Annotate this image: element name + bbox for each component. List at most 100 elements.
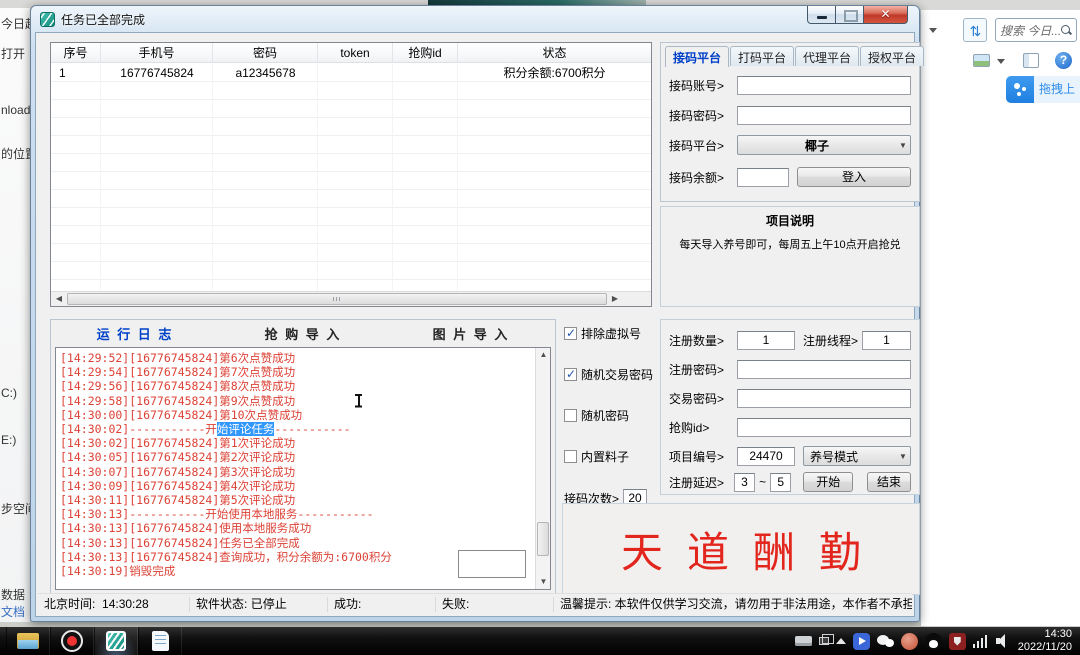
status-tip: 温馨提示: 本软件仅供学习交流，请勿用于非法用途，本作者不承担一切法律责任。 (554, 597, 912, 612)
keyboard-icon[interactable] (795, 636, 812, 646)
code-platform-select[interactable]: 椰子 ▼ (737, 135, 911, 155)
log-line: [14:29:58][16776745824]第9次点赞成功 (60, 394, 548, 408)
titlebar[interactable]: 任务已全部完成 (31, 6, 919, 32)
tab-image-import[interactable]: 图 片 导 入 (387, 324, 555, 343)
chevron-down-icon[interactable] (997, 59, 1005, 64)
bg-toolbar: ⇄ 搜索 今日... (921, 18, 1080, 44)
netdisk-upload-button[interactable]: 拖拽上 (1006, 76, 1080, 103)
bg-drive-c-label[interactable]: C:) (1, 386, 17, 400)
taskbar-explorer-button[interactable] (6, 627, 50, 655)
start-button[interactable]: 开始 (803, 472, 853, 492)
sync-app-icon[interactable] (901, 633, 918, 650)
col-phone[interactable]: 手机号 (101, 43, 213, 62)
scroll-left-icon[interactable]: ◀ (51, 292, 67, 306)
checkbox-row[interactable]: 排除虚拟号 (564, 325, 658, 342)
status-success: 成功: (328, 597, 436, 612)
video-app-icon[interactable] (853, 633, 870, 650)
vscroll-thumb[interactable] (537, 522, 549, 556)
project-no-input[interactable]: 24470 (737, 447, 795, 466)
cell-index: 1 (51, 64, 101, 82)
code-account-input[interactable] (737, 76, 911, 95)
bg-label: 步空间 (1, 500, 31, 517)
maximize-button[interactable] (836, 6, 863, 24)
help-icon[interactable]: ? (1055, 52, 1072, 69)
security-app-icon[interactable] (949, 633, 966, 650)
trade-password-input[interactable] (737, 389, 911, 408)
table-row[interactable]: 1 16776745824 a12345678 积分余额:6700积分 (51, 64, 651, 82)
checkbox[interactable] (564, 409, 577, 422)
log-vscrollbar[interactable]: ▲ ▼ (535, 348, 550, 589)
delay-to-input[interactable]: 5 (770, 473, 791, 492)
cell-purchase-id (393, 64, 458, 82)
scroll-up-icon[interactable]: ▲ (536, 348, 551, 362)
chevron-down-icon[interactable] (929, 28, 937, 33)
stop-button[interactable]: 结束 (867, 472, 911, 492)
motto-text: 天道酬勤 (597, 519, 885, 580)
col-index[interactable]: 序号 (51, 43, 101, 62)
qq-icon[interactable] (925, 633, 942, 650)
thread-input[interactable]: 1 (862, 331, 911, 350)
checkbox[interactable] (564, 450, 577, 463)
col-purchase-id[interactable]: 抢购id (393, 43, 458, 62)
taskbar-recorder-button[interactable] (50, 627, 94, 655)
background-window-left: 今日起 打开 nloads 的位置 C:) E:) 步空间 数据 文档 (0, 8, 31, 622)
delay-label: 注册延迟> (669, 474, 734, 491)
tab-captcha-platform[interactable]: 打码平台 (730, 46, 794, 66)
tab-run-log[interactable]: 运 行 日 志 (51, 324, 219, 343)
code-balance-input[interactable] (737, 168, 789, 187)
table-header: 序号 手机号 密码 token 抢购id 状态 (51, 43, 651, 63)
register-form: 注册数量> 1 注册线程> 1 注册密码> 交易密码> 抢购id> (660, 319, 920, 495)
purchase-id-input[interactable] (737, 418, 911, 437)
scroll-right-icon[interactable]: ▶ (607, 292, 623, 306)
image-icon[interactable] (973, 54, 990, 67)
checkbox-label: 随机密码 (581, 407, 629, 424)
checkbox[interactable] (564, 327, 577, 340)
quantity-input[interactable]: 1 (737, 331, 795, 350)
bg-drive-e-label[interactable]: E:) (1, 433, 16, 447)
checkbox-row[interactable]: 内置料子 (564, 448, 658, 465)
wechat-icon[interactable] (877, 633, 894, 650)
scroll-down-icon[interactable]: ▼ (536, 575, 551, 589)
volume-icon[interactable] (996, 634, 1011, 648)
language-bar-icon[interactable] (819, 637, 829, 645)
register-password-input[interactable] (737, 360, 911, 379)
log-inline-input[interactable] (458, 550, 526, 578)
code-password-input[interactable] (737, 106, 911, 125)
tab-code-platform[interactable]: 接码平台 (665, 46, 729, 67)
bg-downloads-label[interactable]: nloads (1, 103, 31, 117)
col-token[interactable]: token (318, 43, 393, 62)
search-icon[interactable] (1060, 24, 1072, 36)
mode-select[interactable]: 养号模式 ▼ (803, 446, 911, 466)
show-hidden-icons[interactable] (836, 638, 846, 644)
table-hscrollbar[interactable]: ◀ ▶ (51, 291, 651, 306)
taskbar-clock[interactable]: 14:30 2022/11/20 (1018, 628, 1072, 654)
chevron-down-icon: ▼ (896, 452, 910, 461)
notepad-icon (152, 631, 169, 651)
log-line: [14:30:00][16776745824]第10次点赞成功 (60, 408, 548, 422)
col-status[interactable]: 状态 (458, 43, 651, 62)
signal-icon[interactable] (973, 635, 989, 648)
netdisk-icon (1006, 76, 1034, 103)
delay-from-input[interactable]: 3 (734, 473, 755, 492)
checkbox[interactable] (564, 368, 577, 381)
checkbox-row[interactable]: 随机密码 (564, 407, 658, 424)
tab-proxy-platform[interactable]: 代理平台 (795, 46, 859, 66)
close-button[interactable] (863, 6, 908, 24)
hscroll-thumb[interactable] (67, 293, 607, 305)
bg-label: 数据 (1, 586, 25, 603)
minimize-button[interactable] (807, 6, 836, 24)
search-input[interactable]: 搜索 今日... (995, 18, 1077, 42)
taskbar-app-button[interactable] (94, 627, 138, 655)
login-button[interactable]: 登入 (797, 167, 911, 187)
bg-open-button[interactable]: 打开 (1, 45, 25, 62)
log-line: [14:30:09][16776745824]第4次评论成功 (60, 479, 548, 493)
checkbox-row[interactable]: 随机交易密码 (564, 366, 658, 383)
bg-label: 今日起 (1, 15, 31, 32)
taskbar-notepad-button[interactable] (138, 627, 182, 655)
refresh-button[interactable]: ⇄ (963, 18, 987, 42)
layout-panel-icon[interactable] (1023, 53, 1039, 68)
col-password[interactable]: 密码 (213, 43, 318, 62)
status-state: 软件状态: 已停止 (190, 597, 328, 612)
tab-purchase-import[interactable]: 抢 购 导 入 (219, 324, 387, 343)
tab-auth-platform[interactable]: 授权平台 (860, 46, 924, 66)
